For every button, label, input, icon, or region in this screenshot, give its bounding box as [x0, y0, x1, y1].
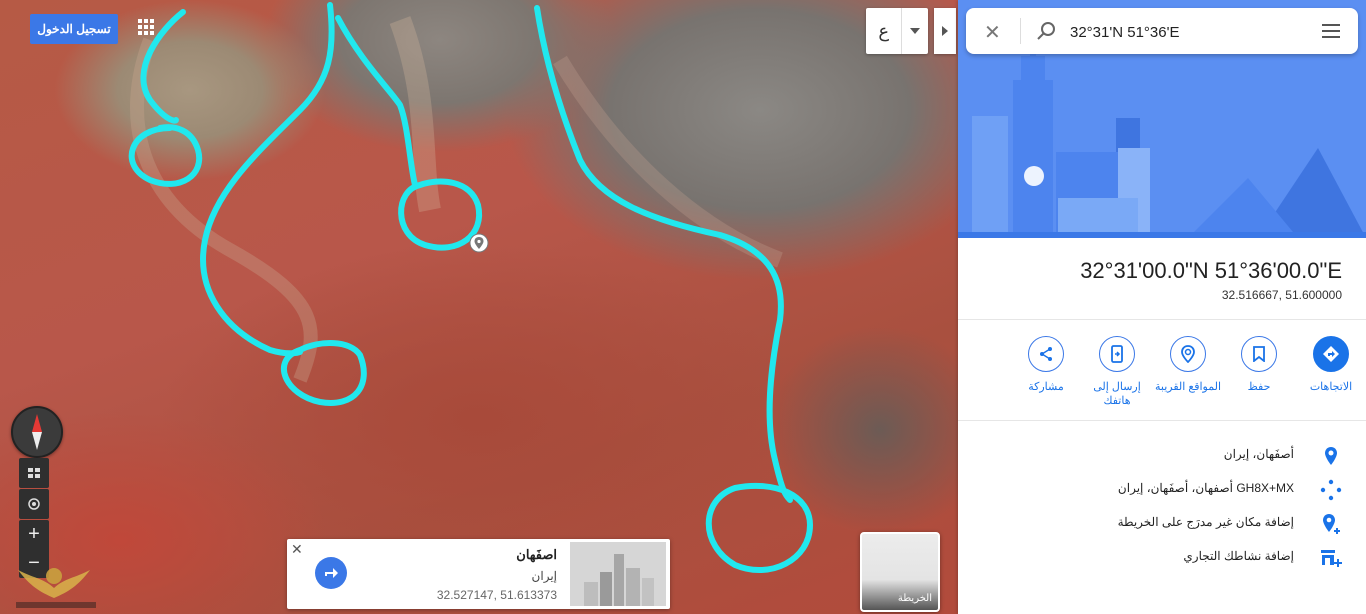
- plus-code-text: GH8X+MX أصفهان، أصفَهان، إيران: [1117, 481, 1294, 495]
- address-text: أصفَهان، إيران: [1223, 447, 1294, 461]
- nearby-action[interactable]: المواقع القريبة: [1153, 336, 1223, 394]
- directions-action[interactable]: الاتجاهات: [1296, 336, 1366, 394]
- collapse-panel-button[interactable]: [934, 8, 956, 54]
- search-input[interactable]: [1068, 18, 1302, 46]
- layer-switcher-button[interactable]: الخريطة: [860, 532, 940, 612]
- compass-icon[interactable]: [11, 406, 63, 458]
- share-action[interactable]: مشاركة: [1011, 336, 1081, 394]
- add-business-text: إضافة نشاطك التجاري: [1183, 549, 1294, 563]
- divider: [958, 319, 1366, 320]
- add-place-row[interactable]: إضافة مكان غير مدرَج على الخريطة: [958, 508, 1366, 542]
- search-divider: [1020, 18, 1021, 44]
- layer-switcher-label: الخريطة: [897, 593, 932, 604]
- send-to-phone-label: إرسال إلى هاتفك: [1093, 381, 1141, 407]
- save-label: حفظ: [1247, 381, 1271, 393]
- share-icon: [1028, 336, 1064, 372]
- close-icon[interactable]: ✕: [291, 541, 303, 558]
- map-annotations: [128, 2, 813, 573]
- add-place-icon: [1320, 513, 1342, 535]
- divider: [958, 420, 1366, 421]
- zoom-in-button[interactable]: +: [19, 520, 49, 549]
- tilt-toggle-button[interactable]: [19, 458, 49, 488]
- map-location-marker[interactable]: [469, 233, 489, 253]
- clear-search-icon[interactable]: ✕: [984, 20, 1001, 45]
- add-place-text: إضافة مكان غير مدرَج على الخريطة: [1117, 515, 1294, 529]
- info-card-subtitle: إيران: [531, 569, 557, 583]
- crosshair-icon: [28, 498, 40, 510]
- place-decimal-coords: 32.516667, 51.600000: [1221, 288, 1342, 302]
- plus-code-icon: [1320, 479, 1342, 501]
- info-card-coords: 32.527147, 51.613373: [436, 588, 557, 602]
- satellite-map[interactable]: تسجيل الدخول ع + − ✕ اصفَهان إيران 32.52…: [0, 0, 958, 614]
- apps-grid-icon[interactable]: [138, 19, 158, 39]
- my-location-button[interactable]: [19, 489, 49, 519]
- street-view-thumbnail[interactable]: [570, 542, 666, 606]
- send-to-phone-icon: [1099, 336, 1135, 372]
- address-row[interactable]: أصفَهان، إيران: [958, 440, 1366, 474]
- hamburger-menu-icon[interactable]: [1322, 24, 1340, 38]
- place-title: 32°31'00.0"N 51°36'00.0"E: [1080, 258, 1342, 283]
- search-box: ✕: [966, 8, 1358, 54]
- nearby-label: المواقع القريبة: [1155, 381, 1221, 393]
- directions-button[interactable]: [315, 557, 347, 589]
- action-buttons-row: الاتجاهات حفظ المواقع القريبة إرسال إلى …: [978, 336, 1358, 416]
- place-info-card[interactable]: ✕ اصفَهان إيران 32.527147, 51.613373: [287, 539, 670, 609]
- add-business-icon: [1320, 547, 1342, 569]
- place-side-panel: ✕ 32°31'00.0"N 51°36'00.0"E 32.516667, 5…: [958, 0, 1366, 614]
- sign-in-button[interactable]: تسجيل الدخول: [30, 14, 118, 44]
- add-business-row[interactable]: إضافة نشاطك التجاري: [958, 542, 1366, 576]
- directions-label: الاتجاهات: [1309, 381, 1353, 393]
- caret-right-icon: [942, 26, 948, 36]
- grid-icon: [28, 468, 40, 478]
- plus-code-row[interactable]: GH8X+MX أصفهان، أصفَهان، إيران: [958, 474, 1366, 508]
- save-action[interactable]: حفظ: [1224, 336, 1294, 394]
- location-pin-icon: [1320, 445, 1342, 467]
- forum-watermark-logo: [16, 568, 96, 608]
- input-tools-selector[interactable]: ع: [866, 8, 928, 54]
- search-icon[interactable]: [1036, 21, 1056, 41]
- send-to-phone-action[interactable]: إرسال إلى هاتفك: [1082, 336, 1152, 408]
- input-language-label: ع: [878, 20, 890, 41]
- bookmark-icon: [1241, 336, 1277, 372]
- info-card-title: اصفَهان: [516, 547, 557, 562]
- nearby-icon: [1170, 336, 1206, 372]
- share-label: مشاركة: [1028, 381, 1064, 393]
- chevron-down-icon[interactable]: [901, 8, 928, 54]
- directions-icon: [1313, 336, 1349, 372]
- directions-arrow-icon: [325, 568, 338, 578]
- place-details-list: أصفَهان، إيران GH8X+MX أصفهان، أصفَهان، …: [958, 440, 1366, 576]
